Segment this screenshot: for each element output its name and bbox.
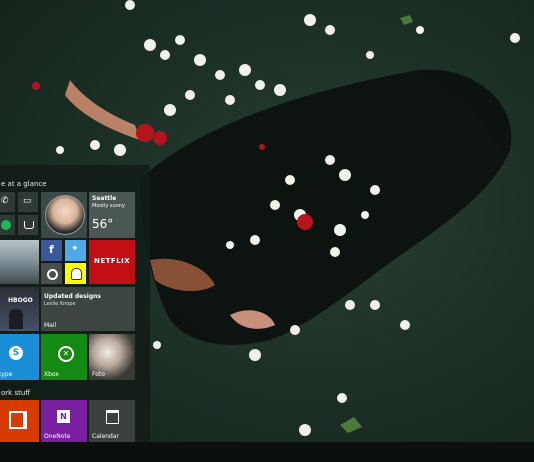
hbo-go-tile[interactable]: HBOGO	[0, 287, 39, 331]
mail-tile[interactable]: Updated designs Leslie Knope Mail	[41, 287, 135, 331]
calendar-label: Calendar	[92, 433, 119, 440]
weather-tile[interactable]: Seattle Mostly sunny 56°	[89, 192, 135, 238]
shopping-bag-icon	[24, 221, 34, 229]
taskbar	[0, 442, 534, 462]
photos-label: Foto	[92, 371, 105, 378]
start-menu: e at a glance ✆ ▭ Seattle Mostly sunny 5…	[0, 165, 150, 442]
camera-icon	[47, 269, 58, 280]
skype-tile[interactable]: S kype	[0, 334, 39, 380]
hbo-go-logo: HBOGO	[8, 297, 33, 304]
xbox-tile[interactable]: ✕ Xbox	[41, 334, 87, 380]
calendar-icon	[106, 410, 119, 424]
twitter-tile[interactable]: ✦	[65, 240, 86, 261]
photos-tile[interactable]: Foto	[89, 334, 135, 380]
store-tile[interactable]	[18, 215, 38, 235]
snapchat-tile[interactable]	[65, 263, 86, 284]
onenote-label: OneNote	[44, 433, 71, 440]
contact-tile[interactable]	[41, 192, 87, 238]
photo-landscape-tile[interactable]	[0, 240, 39, 284]
weather-condition: Mostly sunny	[92, 203, 125, 209]
avatar	[45, 195, 85, 235]
skype-icon: S	[9, 346, 23, 360]
mail-sender: Leslie Knope	[44, 301, 76, 307]
xbox-label: Xbox	[44, 371, 59, 378]
phone-icon: ✆	[1, 196, 9, 206]
onenote-icon: N	[57, 410, 70, 423]
twitter-icon: ✦	[71, 244, 79, 254]
group-label-work: ork stuff	[1, 389, 31, 397]
netflix-logo: NETFLIX	[94, 257, 131, 265]
spotify-icon	[1, 220, 11, 230]
xbox-icon: ✕	[58, 346, 74, 362]
office-icon	[9, 411, 27, 429]
phone-tile[interactable]: ✆	[0, 192, 15, 212]
messaging-tile[interactable]: ▭	[18, 192, 38, 212]
weather-temp: 56°	[92, 217, 114, 231]
mail-subject: Updated designs	[44, 293, 101, 300]
onenote-tile[interactable]: N OneNote	[41, 400, 87, 442]
mail-label: Mail	[44, 322, 57, 329]
camera-tile[interactable]	[41, 263, 62, 284]
office-tile[interactable]	[0, 400, 39, 442]
message-icon: ▭	[23, 196, 32, 206]
facebook-icon: f	[49, 243, 54, 256]
weather-city: Seattle	[92, 195, 117, 202]
skype-label: kype	[0, 371, 13, 378]
calendar-tile[interactable]: Calendar	[89, 400, 135, 442]
spotify-tile[interactable]	[0, 215, 15, 235]
facebook-tile[interactable]: f	[41, 240, 62, 261]
hbo-host-figure	[9, 309, 23, 329]
snapchat-ghost-icon	[71, 268, 82, 280]
netflix-tile[interactable]: NETFLIX	[89, 240, 135, 284]
group-label-glance: e at a glance	[1, 180, 47, 188]
